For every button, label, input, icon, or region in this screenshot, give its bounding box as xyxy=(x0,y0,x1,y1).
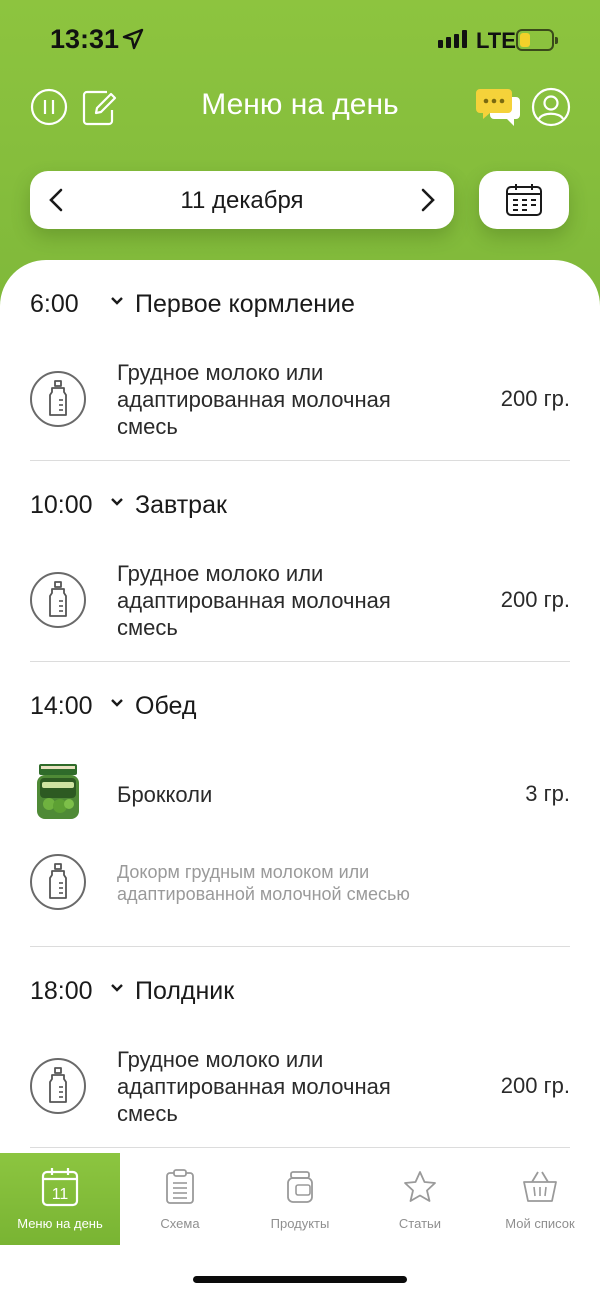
meal-item[interactable]: Грудное молоко или адаптированная молочн… xyxy=(30,358,570,442)
bottom-tab-bar: 11 Меню на день Схема Продукты Статьи Мо… xyxy=(0,1153,600,1245)
meal-item[interactable]: Брокколи 3 гр. xyxy=(30,760,570,830)
divider xyxy=(30,1147,570,1148)
meal-item[interactable]: Докорм грудным молоком или адаптированно… xyxy=(30,851,570,911)
item-quantity: 200 гр. xyxy=(500,587,570,612)
meal-name: Первое кормление xyxy=(135,290,355,318)
battery-icon xyxy=(516,29,558,51)
tab-scheme[interactable]: Схема xyxy=(120,1153,240,1245)
meal-header[interactable]: 6:00 Первое кормление xyxy=(30,282,570,322)
signal-icon xyxy=(438,30,467,48)
meal-section: 6:00 Первое кормление Грудное молоко или… xyxy=(30,282,570,462)
calendar-icon xyxy=(506,184,542,216)
user-avatar-icon xyxy=(531,87,571,127)
tab-label: Продукты xyxy=(270,1216,330,1231)
status-bar: 13:31 LTE xyxy=(0,0,600,80)
baby-food-jar-image xyxy=(37,764,79,819)
tab-articles[interactable]: Статьи xyxy=(360,1153,480,1245)
item-hint: Докорм грудным молоком или адаптированно… xyxy=(117,862,410,904)
calendar-day-number: 11 xyxy=(52,1186,69,1203)
chevron-down-icon xyxy=(111,699,123,707)
current-date[interactable]: 11 декабря xyxy=(30,187,454,215)
chevron-down-icon xyxy=(111,984,123,992)
item-name: Грудное молоко или адаптированная молочн… xyxy=(117,360,391,439)
basket-icon xyxy=(523,1171,557,1202)
meal-header[interactable]: 10:00 Завтрак xyxy=(30,483,570,523)
tab-label: Статьи xyxy=(398,1216,442,1231)
divider xyxy=(30,460,570,461)
tab-label: Меню на день xyxy=(17,1216,103,1231)
bottle-icon xyxy=(30,1058,86,1114)
chevron-down-icon xyxy=(111,498,123,506)
jar-icon xyxy=(287,1171,313,1203)
item-name: Брокколи xyxy=(117,782,213,807)
meal-section: 18:00 Полдник Грудное молоко или адаптир… xyxy=(30,969,570,1149)
clipboard-icon xyxy=(166,1169,194,1204)
meal-time: 18:00 xyxy=(30,977,93,1005)
meal-list: 6:00 Первое кормление Грудное молоко или… xyxy=(0,260,600,1160)
divider xyxy=(30,946,570,947)
status-time: 13:31 xyxy=(50,24,120,54)
next-day-button[interactable] xyxy=(420,188,436,212)
item-quantity: 3 гр. xyxy=(525,781,570,806)
meal-header[interactable]: 18:00 Полдник xyxy=(30,969,570,1009)
divider xyxy=(30,661,570,662)
bottle-icon xyxy=(30,854,86,910)
bottle-icon xyxy=(30,371,86,427)
tab-label: Схема xyxy=(160,1216,200,1231)
home-indicator xyxy=(193,1276,407,1283)
date-selector: 11 декабря xyxy=(30,171,454,229)
calendar-day-icon: 11 xyxy=(41,1168,79,1207)
meal-time: 6:00 xyxy=(30,290,79,318)
meal-section: 10:00 Завтрак Грудное молоко или адаптир… xyxy=(30,483,570,663)
meal-item[interactable]: Грудное молоко или адаптированная молочн… xyxy=(30,559,570,643)
network-label: LTE xyxy=(476,28,516,53)
item-quantity: 200 гр. xyxy=(500,386,570,411)
meal-name: Полдник xyxy=(135,977,235,1005)
star-icon xyxy=(404,1171,436,1202)
item-name: Грудное молоко или адаптированная молочн… xyxy=(117,1047,391,1126)
tab-my-list[interactable]: Мой список xyxy=(480,1153,600,1245)
meal-time: 14:00 xyxy=(30,692,93,720)
calendar-button[interactable] xyxy=(479,171,569,229)
chevron-down-icon xyxy=(111,297,123,305)
meal-name: Обед xyxy=(135,692,197,720)
chat-button[interactable] xyxy=(476,87,522,129)
top-nav: Меню на день xyxy=(0,80,600,136)
chat-bubbles-icon xyxy=(476,89,520,126)
location-arrow-icon xyxy=(122,28,144,50)
meal-section: 14:00 Обед Брокколи 3 гр. Докорм грудным xyxy=(30,684,570,948)
bottle-icon xyxy=(30,572,86,628)
meal-item[interactable]: Грудное молоко или адаптированная молочн… xyxy=(30,1045,570,1129)
meal-time: 10:00 xyxy=(30,491,93,519)
meal-header[interactable]: 14:00 Обед xyxy=(30,684,570,724)
tab-menu-day[interactable]: 11 Меню на день xyxy=(0,1153,120,1245)
tab-products[interactable]: Продукты xyxy=(240,1153,360,1245)
tab-label: Мой список xyxy=(505,1216,575,1231)
item-name: Грудное молоко или адаптированная молочн… xyxy=(117,561,391,640)
item-quantity: 200 гр. xyxy=(500,1073,570,1098)
profile-button[interactable] xyxy=(531,87,571,127)
meal-name: Завтрак xyxy=(135,491,227,519)
